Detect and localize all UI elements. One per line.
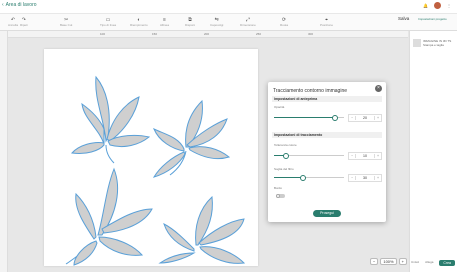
threshold-slider[interactable]	[274, 175, 344, 181]
flatten-button[interactable]: Unisci	[411, 260, 419, 266]
toolbar-linetype-button[interactable]: ▭ Tipo di linea	[100, 16, 116, 28]
project-status[interactable]: Impostazioni progetto	[418, 17, 447, 21]
trace-dialog: Tracciamento contorno immagine × Imposta…	[268, 82, 386, 222]
toolbar-size-button[interactable]: ⤢ Dimensione	[240, 16, 256, 28]
opacity-stepper[interactable]: − 20 +	[348, 114, 382, 122]
chevron-left-icon: ‹	[2, 2, 4, 8]
preview-section-header: Impostazioni di anteprima	[272, 96, 382, 102]
increment-button[interactable]: +	[375, 116, 381, 120]
avatar[interactable]	[434, 2, 441, 9]
outline-toggle[interactable]	[276, 194, 285, 198]
toolbar-label: Annulla	[8, 23, 19, 27]
zoom-control: − 100% +	[370, 258, 407, 265]
toolbar-label: Tipo di linea	[100, 23, 117, 27]
attach-button[interactable]: Allega	[425, 260, 433, 266]
toolbar-label: Posizione	[320, 23, 334, 27]
toolbar-label: Base Cut	[60, 23, 73, 27]
toolbar-label: Capovolgi	[210, 23, 224, 27]
apply-button[interactable]: Prosegui	[313, 210, 341, 217]
opacity-slider[interactable]	[274, 115, 344, 121]
toolbar-undo-button[interactable]: ↶ Annulla	[8, 16, 18, 28]
threshold-value[interactable]: 30	[355, 176, 375, 180]
slider-fill	[274, 117, 334, 118]
increment-button[interactable]: +	[375, 176, 381, 180]
layer-subtitle: Stampa e taglia	[423, 43, 444, 47]
image-mat[interactable]	[44, 49, 258, 266]
ruler-tick: 150	[152, 32, 158, 36]
toolbar-label: Allinea	[160, 23, 170, 27]
toolbar-label: Ruota	[280, 23, 289, 27]
tolerance-slider[interactable]	[274, 153, 344, 159]
menu-icon[interactable]: ⋮	[447, 3, 451, 8]
zoom-in-button[interactable]: +	[398, 258, 407, 265]
create-button[interactable]: Crea	[439, 260, 455, 266]
toolbar-label: Dimensione	[240, 23, 256, 27]
save-label[interactable]: Salva	[398, 16, 409, 21]
opacity-value[interactable]: 20	[355, 116, 375, 120]
toolbar-label: Disponi	[185, 23, 196, 27]
toolbar-flip-button[interactable]: ⇋ Capovolgi	[210, 16, 223, 28]
back-label: Area di lavoro	[5, 2, 37, 8]
left-ruler	[0, 31, 8, 272]
threshold-stepper[interactable]: − 30 +	[348, 174, 382, 182]
tolerance-label: Tolleranza colore	[274, 143, 297, 147]
slider-knob[interactable]	[331, 115, 338, 121]
increment-button[interactable]: +	[375, 154, 381, 158]
trace-section-header: Impostazioni di tracciamento	[272, 132, 382, 138]
toolbar-redo-button[interactable]: ↷ Ripeti	[20, 16, 28, 28]
ruler-tick: 100	[100, 32, 106, 36]
ruler-tick: 200	[204, 32, 210, 36]
zoom-out-button[interactable]: −	[370, 258, 379, 265]
toolbar-fill-button[interactable]: ◐ Riempimento	[130, 16, 148, 28]
tolerance-stepper[interactable]: − 10 +	[348, 152, 382, 160]
opacity-label: Opacità	[274, 105, 285, 109]
toolbar-label: Ripeti	[20, 23, 28, 27]
toolbar-arrange-button[interactable]: ⧉ Disponi	[185, 16, 195, 28]
back-to-workspace-button[interactable]: ‹ Area di lavoro	[2, 2, 37, 8]
tolerance-value[interactable]: 10	[355, 154, 375, 158]
toolbar-operation-button[interactable]: ✂ Base Cut	[60, 16, 72, 28]
dialog-title: Tracciamento contorno immagine	[273, 88, 348, 94]
ruler-tick: 300	[308, 32, 314, 36]
close-icon[interactable]: ×	[375, 85, 382, 92]
zoom-value: 100%	[380, 258, 397, 265]
toolbar-label: Riempimento	[130, 23, 148, 27]
layer-thumbnail	[413, 39, 421, 47]
layers-panel: IMMAGINE IN 3D TS Stampa e taglia	[409, 31, 457, 272]
edit-toolbar: ↶ Annulla ↷ Ripeti ✂ Base Cut ▭ Tipo di linea ◐ R…	[0, 14, 457, 31]
toolbar-align-button[interactable]: ≡ Allinea	[160, 16, 169, 28]
toolbar-rotate-button[interactable]: ⟳ Ruota	[280, 16, 288, 28]
outline-label: Bordo	[274, 186, 283, 190]
leaves-image	[65, 75, 246, 266]
slider-fill	[274, 177, 302, 178]
layer-item[interactable]: IMMAGINE IN 3D TS Stampa e taglia	[413, 39, 455, 47]
threshold-label: Soglia del filtro	[274, 167, 294, 171]
top-bar: ‹ Area di lavoro 🔔 ⋮	[0, 0, 457, 14]
ruler-tick: 250	[256, 32, 262, 36]
bottom-actions: Unisci Allega Crea	[411, 260, 455, 266]
notification-icon[interactable]: 🔔	[423, 3, 428, 8]
slider-knob[interactable]	[282, 153, 289, 159]
toolbar-position-button[interactable]: ⌖ Posizione	[320, 16, 333, 28]
top-right-area: 🔔 ⋮	[423, 2, 451, 9]
top-ruler: 100 150 200 250 300	[8, 31, 408, 38]
slider-knob[interactable]	[300, 175, 306, 181]
